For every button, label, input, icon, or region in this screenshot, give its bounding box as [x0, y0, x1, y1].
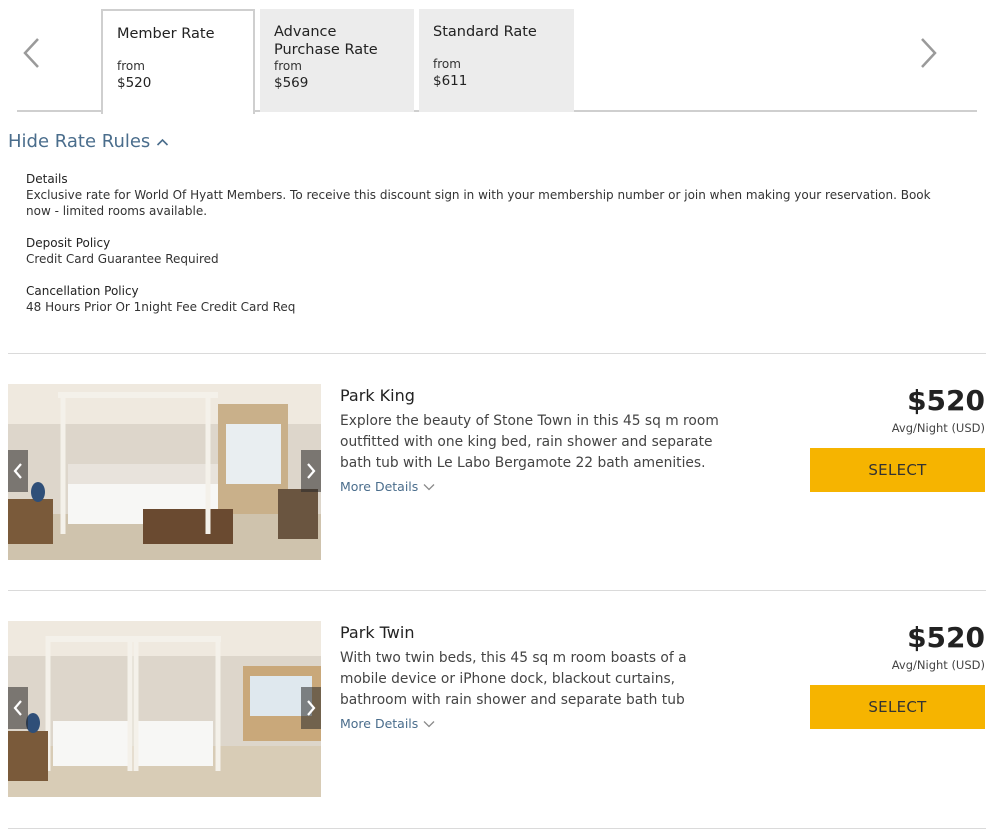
rule-body: 48 Hours Prior Or 1night Fee Credit Card… — [26, 300, 296, 314]
select-button[interactable]: SELECT — [810, 448, 985, 492]
rule-title: Details — [26, 172, 68, 186]
rule-details: Details Exclusive rate for World Of Hyat… — [26, 172, 956, 219]
chevron-left-icon — [23, 38, 39, 68]
tab-member-rate[interactable]: Member Rate from $520 — [101, 9, 255, 114]
tab-from-label: from — [117, 59, 145, 73]
divider — [8, 353, 986, 354]
next-rates-arrow[interactable] — [913, 36, 943, 70]
rate-rules: Details Exclusive rate for World Of Hyat… — [26, 172, 956, 332]
rule-title: Deposit Policy — [26, 236, 111, 250]
room-photo-image — [8, 621, 321, 797]
room-photo — [8, 621, 321, 797]
tab-price: $611 — [433, 73, 468, 89]
rule-body: Exclusive rate for World Of Hyatt Member… — [26, 188, 931, 218]
chevron-right-icon — [307, 463, 316, 479]
room-photo — [8, 384, 321, 560]
room-description: With two twin beds, this 45 sq m room bo… — [340, 650, 687, 708]
divider — [8, 828, 986, 829]
tab-name: Standard Rate — [433, 24, 537, 40]
next-photo-button[interactable] — [301, 450, 321, 492]
room-name: Park King — [340, 386, 415, 405]
room-selection-page: Member Rate from $520 Advance Purchase R… — [0, 0, 1007, 832]
previous-rates-arrow[interactable] — [17, 36, 47, 70]
tab-from-label: from — [433, 57, 461, 71]
hide-rate-rules-toggle[interactable]: Hide Rate Rules — [8, 131, 169, 152]
chevron-down-icon — [423, 483, 435, 490]
rule-deposit-policy: Deposit Policy Credit Card Guarantee Req… — [26, 236, 956, 267]
price-per-night-label: Avg/Night (USD) — [891, 421, 985, 435]
hide-rate-rules-label: Hide Rate Rules — [8, 131, 151, 152]
rule-body: Credit Card Guarantee Required — [26, 252, 219, 266]
tab-from-label: from — [274, 59, 302, 73]
rule-cancellation-policy: Cancellation Policy 48 Hours Prior Or 1n… — [26, 284, 956, 315]
room-price: $520 — [907, 621, 985, 654]
more-details-label: More Details — [340, 479, 419, 494]
room-name: Park Twin — [340, 623, 415, 642]
divider — [8, 590, 986, 591]
more-details-label: More Details — [340, 716, 419, 731]
price-per-night-label: Avg/Night (USD) — [891, 658, 985, 672]
room-card-park-twin: Park Twin With two twin beds, this 45 sq… — [8, 621, 986, 797]
tab-price: $569 — [274, 75, 309, 91]
select-button[interactable]: SELECT — [810, 685, 985, 729]
chevron-right-icon — [921, 38, 937, 68]
tab-standard-rate[interactable]: Standard Rate from $611 — [419, 9, 574, 112]
tab-name: Member Rate — [117, 26, 215, 42]
tab-advance-purchase-rate[interactable]: Advance Purchase Rate from $569 — [260, 9, 414, 112]
chevron-left-icon — [13, 463, 22, 479]
more-details-link[interactable]: More Details — [340, 716, 435, 731]
room-description: Explore the beauty of Stone Town in this… — [340, 413, 719, 471]
chevron-right-icon — [307, 700, 316, 716]
more-details-link[interactable]: More Details — [340, 479, 435, 494]
previous-photo-button[interactable] — [8, 687, 28, 729]
room-price: $520 — [907, 384, 985, 417]
chevron-left-icon — [13, 700, 22, 716]
tab-name: Advance Purchase Rate — [274, 24, 378, 58]
tab-price: $520 — [117, 75, 152, 91]
room-photo-image — [8, 384, 321, 560]
rule-title: Cancellation Policy — [26, 284, 139, 298]
chevron-up-icon — [157, 138, 169, 146]
chevron-down-icon — [423, 720, 435, 727]
previous-photo-button[interactable] — [8, 450, 28, 492]
next-photo-button[interactable] — [301, 687, 321, 729]
room-card-park-king: Park King Explore the beauty of Stone To… — [8, 384, 986, 560]
